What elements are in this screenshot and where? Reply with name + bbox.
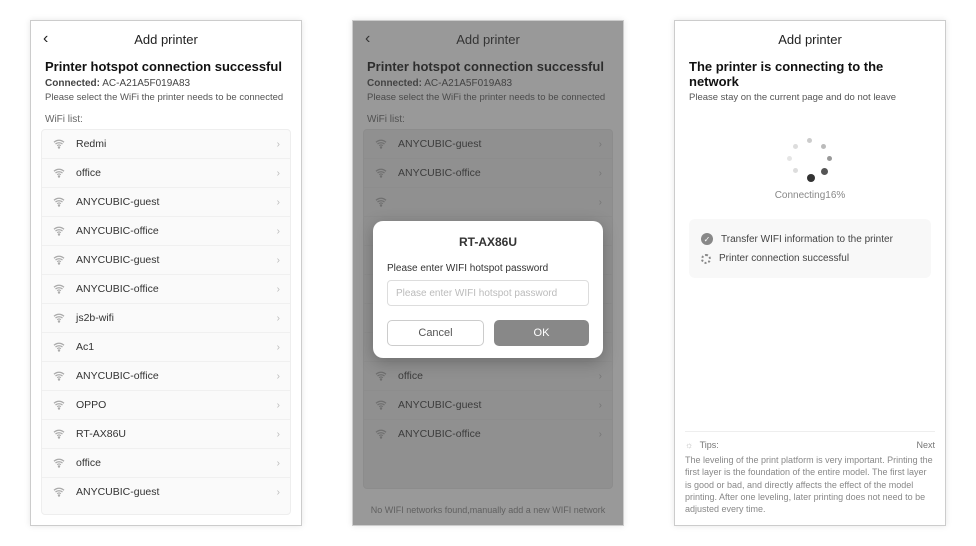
wifi-icon [52, 283, 66, 295]
wifi-ssid: ANYCUBIC-guest [76, 254, 267, 266]
page-title: Add printer [134, 32, 198, 47]
tips-body: The leveling of the print platform is ve… [685, 454, 935, 515]
wifi-ssid: ANYCUBIC-guest [76, 486, 267, 498]
loading-icon [701, 254, 711, 264]
wifi-icon [52, 341, 66, 353]
chevron-right-icon: › [277, 168, 280, 179]
wifi-list[interactable]: Redmi›office›ANYCUBIC-guest›ANYCUBIC-off… [41, 129, 291, 515]
wifi-ssid: office [76, 167, 267, 179]
chevron-right-icon: › [277, 400, 280, 411]
wifi-icon [52, 486, 66, 498]
topbar: ‹ Add printer [31, 21, 301, 57]
wifi-row[interactable]: ANYCUBIC-guest › [42, 188, 290, 217]
wifi-icon [52, 312, 66, 324]
header-section: Printer hotspot connection successful Co… [31, 57, 301, 104]
wifi-row[interactable]: ANYCUBIC-guest › [42, 478, 290, 506]
chevron-right-icon: › [277, 371, 280, 382]
status-box: ✓ Transfer WIFI information to the print… [689, 219, 931, 278]
wifi-icon [52, 254, 66, 266]
bulb-icon: ☼ [685, 440, 693, 450]
wifi-row[interactable]: ANYCUBIC-office › [42, 275, 290, 304]
instruction-text: Please stay on the current page and do n… [689, 92, 931, 104]
screen-connecting: Add printer The printer is connecting to… [674, 20, 946, 526]
wifi-row[interactable]: Ac1 › [42, 333, 290, 362]
chevron-right-icon: › [277, 226, 280, 237]
topbar: Add printer [675, 21, 945, 57]
password-modal: RT-AX86U Please enter WIFI hotspot passw… [373, 221, 603, 358]
wifi-ssid: ANYCUBIC-office [76, 283, 267, 295]
wifi-ssid: OPPO [76, 399, 267, 411]
wifi-ssid: Ac1 [76, 341, 267, 353]
status-label: Transfer WIFI information to the printer [721, 234, 893, 245]
chevron-right-icon: › [277, 255, 280, 266]
wifi-ssid: Redmi [76, 138, 267, 150]
check-icon: ✓ [701, 233, 713, 245]
modal-ssid: RT-AX86U [387, 235, 589, 249]
chevron-right-icon: › [277, 458, 280, 469]
wifi-ssid: office [76, 457, 267, 469]
ok-button[interactable]: OK [494, 320, 589, 346]
wifi-icon [52, 225, 66, 237]
chevron-right-icon: › [277, 342, 280, 353]
screen-wifi-password: ‹ Add printer Printer hotspot connection… [352, 20, 624, 526]
instruction-text: Please select the WiFi the printer needs… [45, 92, 287, 104]
wifi-icon [52, 138, 66, 150]
wifi-row[interactable]: office › [42, 449, 290, 478]
wifi-ssid: RT-AX86U [76, 428, 267, 440]
headline: The printer is connecting to the network [689, 59, 931, 89]
page-title: Add printer [778, 32, 842, 47]
wifi-row[interactable]: OPPO › [42, 391, 290, 420]
wifi-row[interactable]: ANYCUBIC-office › [42, 217, 290, 246]
wifi-icon [52, 196, 66, 208]
wifi-ssid: ANYCUBIC-office [76, 370, 267, 382]
wifi-icon [52, 370, 66, 382]
wifi-ssid: js2b-wifi [76, 312, 267, 324]
wifi-icon [52, 399, 66, 411]
status-label: Printer connection successful [719, 253, 849, 264]
wifi-row[interactable]: ANYCUBIC-office › [42, 362, 290, 391]
headline: Printer hotspot connection successful [45, 59, 287, 74]
wifi-list-label: WiFi list: [45, 114, 287, 125]
wifi-row[interactable]: RT-AX86U › [42, 420, 290, 449]
chevron-right-icon: › [277, 487, 280, 498]
connected-row: Connected: AC-A21A5F019A83 [45, 78, 287, 89]
next-button[interactable]: Next [916, 440, 935, 450]
cancel-button[interactable]: Cancel [387, 320, 484, 346]
wifi-row[interactable]: office › [42, 159, 290, 188]
wifi-row[interactable]: js2b-wifi › [42, 304, 290, 333]
connected-value: AC-A21A5F019A83 [102, 78, 190, 89]
back-icon[interactable]: ‹ [43, 30, 48, 48]
wifi-ssid: ANYCUBIC-office [76, 225, 267, 237]
chevron-right-icon: › [277, 284, 280, 295]
chevron-right-icon: › [277, 313, 280, 324]
wifi-icon [52, 428, 66, 440]
spinner-icon [785, 134, 835, 184]
wifi-icon [52, 457, 66, 469]
wifi-row[interactable]: ANYCUBIC-guest › [42, 246, 290, 275]
status-row-connection: Printer connection successful [701, 249, 919, 268]
wifi-icon [52, 167, 66, 179]
screen-wifi-list: ‹ Add printer Printer hotspot connection… [30, 20, 302, 526]
chevron-right-icon: › [277, 139, 280, 150]
status-row-transfer: ✓ Transfer WIFI information to the print… [701, 229, 919, 249]
chevron-right-icon: › [277, 197, 280, 208]
wifi-ssid: ANYCUBIC-guest [76, 196, 267, 208]
header-section: The printer is connecting to the network… [675, 57, 945, 104]
progress-text: Connecting16% [689, 190, 931, 201]
connected-label: Connected: [45, 78, 100, 89]
wifi-row[interactable]: Redmi › [42, 130, 290, 159]
tips-section: ☼ Tips: Next The leveling of the print p… [685, 431, 935, 515]
progress-area: Connecting16% [675, 104, 945, 219]
tips-label: ☼ Tips: [685, 440, 719, 450]
modal-prompt: Please enter WIFI hotspot password [387, 263, 589, 274]
password-input[interactable] [387, 280, 589, 306]
chevron-right-icon: › [277, 429, 280, 440]
